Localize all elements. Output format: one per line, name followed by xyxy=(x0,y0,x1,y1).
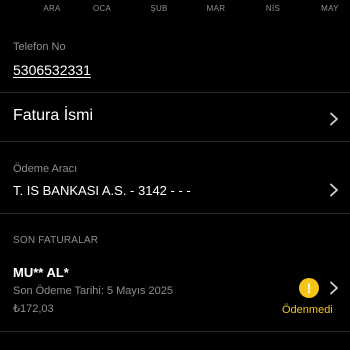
divider xyxy=(0,213,350,214)
phone-value[interactable]: 5306532331 xyxy=(13,62,91,78)
phone-label: Telefon No xyxy=(13,41,66,53)
bill-title: MU** AL* xyxy=(13,265,69,280)
month-label[interactable]: ŞUB xyxy=(150,4,167,13)
invoice-name-label: Fatura İsmi xyxy=(13,107,94,124)
payment-method-label: Ödeme Aracı xyxy=(13,163,78,175)
payment-method-row[interactable]: Ödeme Aracı T. IS BANKASI A.S. - 3142 - … xyxy=(0,142,350,212)
recent-bills-header: SON FATURALAR xyxy=(13,235,99,246)
warning-icon: ! xyxy=(299,278,319,298)
month-label[interactable]: MAR xyxy=(207,4,226,13)
payment-method-value: T. IS BANKASI A.S. - 3142 - - - xyxy=(13,183,191,198)
month-label[interactable]: OCA xyxy=(93,4,111,13)
month-label[interactable]: MAY xyxy=(321,4,339,13)
bill-status: Ödenmedi xyxy=(282,304,333,316)
month-label[interactable]: ARA xyxy=(43,4,60,13)
bill-list-item[interactable]: MU** AL* Son Ödeme Tarihi: 5 Mayıs 2025 … xyxy=(0,258,350,330)
month-timeline: ARA OCA ŞUB MAR NİS MAY xyxy=(0,4,350,16)
invoice-name-row[interactable]: Fatura İsmi xyxy=(0,93,350,141)
bill-due-date: Son Ödeme Tarihi: 5 Mayıs 2025 xyxy=(13,285,173,297)
month-label[interactable]: NİS xyxy=(266,4,280,13)
bill-detail-screen: ARA OCA ŞUB MAR NİS MAY Telefon No 53065… xyxy=(0,0,350,350)
divider xyxy=(0,331,350,332)
chevron-right-icon xyxy=(327,281,341,295)
chevron-right-icon xyxy=(327,112,341,126)
chevron-right-icon xyxy=(327,183,341,197)
bill-amount: ₺172,03 xyxy=(13,303,54,315)
phone-row: Telefon No 5306532331 xyxy=(0,36,350,91)
